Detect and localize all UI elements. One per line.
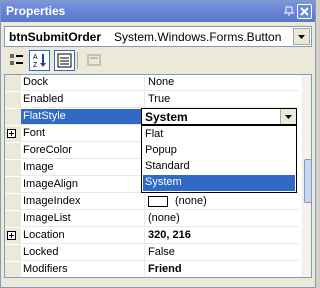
properties-window: Properties btnSubmitOrder System.Windows… <box>0 0 316 288</box>
row-gutter <box>5 126 21 142</box>
svg-text:A: A <box>33 54 38 61</box>
flatstyle-dropdown-list: Flat Popup Standard System <box>141 125 297 193</box>
window-title: Properties <box>6 4 66 18</box>
row-gutter <box>5 109 21 125</box>
image-swatch <box>148 196 168 207</box>
dropdown-option[interactable]: Standard <box>143 159 295 175</box>
property-value[interactable]: None <box>148 76 174 88</box>
chevron-down-icon <box>298 35 305 39</box>
row-gutter <box>5 245 21 261</box>
property-pages-button[interactable] <box>84 50 105 71</box>
property-pages-icon <box>87 54 101 66</box>
row-gutter <box>5 92 21 108</box>
flatstyle-dropdown-button[interactable] <box>280 109 296 124</box>
property-value[interactable]: False <box>148 246 175 258</box>
column-divider[interactable] <box>144 245 145 261</box>
property-row[interactable]: Location 320, 216 <box>5 228 299 244</box>
row-gutter <box>5 262 21 277</box>
title-bar: Properties <box>1 1 315 22</box>
row-gutter <box>5 194 21 210</box>
object-type: System.Windows.Forms.Button <box>114 30 282 44</box>
property-value[interactable]: (none) <box>148 212 180 224</box>
alphabetical-button[interactable]: A Z <box>29 50 50 71</box>
property-name: Dock <box>23 76 49 88</box>
row-gutter <box>5 177 21 193</box>
property-name: Locked <box>23 246 59 258</box>
column-divider[interactable] <box>144 262 145 277</box>
close-icon <box>300 7 309 16</box>
expand-icon[interactable] <box>7 129 16 138</box>
object-selector-dropdown-button[interactable] <box>293 28 310 45</box>
row-gutter <box>5 75 21 91</box>
property-value[interactable]: True <box>148 93 170 105</box>
object-selector[interactable]: btnSubmitOrder System.Windows.Forms.Butt… <box>4 26 312 47</box>
categorized-button[interactable] <box>6 50 27 71</box>
properties-view-button[interactable] <box>54 50 75 71</box>
column-divider[interactable] <box>144 92 145 108</box>
flatstyle-value-editor[interactable]: System <box>141 108 297 125</box>
column-divider[interactable] <box>144 75 145 91</box>
vertical-scrollbar[interactable] <box>302 75 311 277</box>
property-value[interactable]: Friend <box>148 263 182 275</box>
property-name: ImageList <box>23 212 71 224</box>
properties-toolbar: A Z <box>4 50 312 72</box>
property-name: Image <box>23 161 54 173</box>
pin-icon[interactable] <box>284 6 295 17</box>
flatstyle-current-value: System <box>145 110 188 124</box>
property-name: Location <box>23 229 65 241</box>
dropdown-option[interactable]: Popup <box>143 143 295 159</box>
property-name: FlatStyle <box>23 110 66 122</box>
object-name: btnSubmitOrder <box>9 30 101 44</box>
property-name: ImageIndex <box>23 195 81 207</box>
column-divider[interactable] <box>144 211 145 227</box>
property-name: ImageAlign <box>23 178 79 190</box>
property-name: Enabled <box>23 93 64 105</box>
expand-icon[interactable] <box>7 231 16 240</box>
alphabetical-icon: A Z <box>33 54 46 69</box>
property-row[interactable]: ImageIndex (none) <box>5 194 299 210</box>
property-value[interactable]: (none) <box>175 195 207 207</box>
property-name: ForeColor <box>23 144 72 156</box>
row-gutter <box>5 160 21 176</box>
dropdown-option-selected[interactable]: System <box>143 175 295 191</box>
property-name: Modifiers <box>23 263 68 275</box>
property-row[interactable]: Locked False <box>5 245 299 261</box>
property-value[interactable]: 320, 216 <box>148 229 191 241</box>
property-row[interactable]: Enabled True <box>5 92 299 108</box>
scrollbar-thumb[interactable] <box>304 159 311 203</box>
property-row[interactable]: ImageList (none) <box>5 211 299 227</box>
dropdown-option[interactable]: Flat <box>143 127 295 143</box>
property-row[interactable]: Modifiers Friend <box>5 262 299 277</box>
svg-text:Z: Z <box>33 62 38 69</box>
row-gutter <box>5 143 21 159</box>
property-row[interactable]: Dock None <box>5 75 299 91</box>
properties-icon <box>57 53 72 68</box>
property-name: Font <box>23 127 46 139</box>
column-divider[interactable] <box>144 194 145 210</box>
row-gutter <box>5 228 21 244</box>
row-gutter <box>5 211 21 227</box>
chevron-down-icon <box>285 115 292 119</box>
categorized-icon <box>10 54 23 65</box>
close-button[interactable] <box>297 4 312 19</box>
toolbar-separator <box>77 52 78 69</box>
column-divider[interactable] <box>144 228 145 244</box>
